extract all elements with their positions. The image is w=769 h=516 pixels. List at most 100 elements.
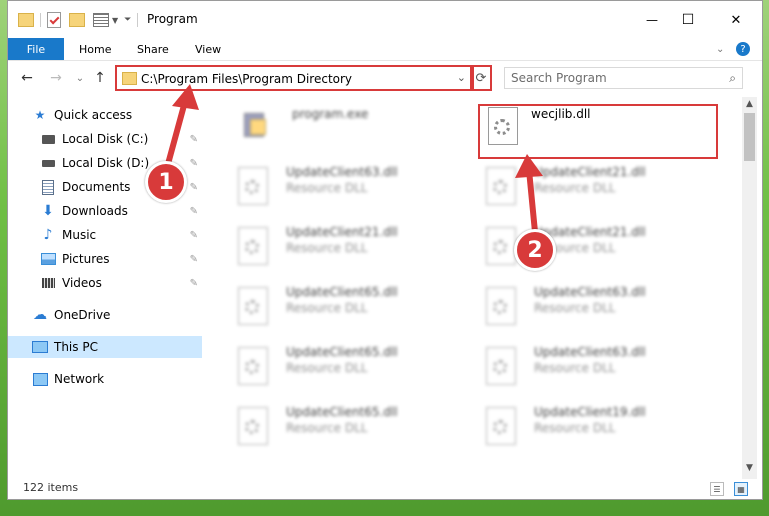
sidebar-item-network[interactable]: Network xyxy=(8,368,202,390)
search-box[interactable]: Search Program ⌕ xyxy=(504,67,743,89)
pin-icon: ✎ xyxy=(189,277,198,289)
folder-icon[interactable] xyxy=(18,13,34,27)
file-item[interactable]: UpdateClient65.dll Resource DLL xyxy=(238,343,468,391)
vertical-scrollbar[interactable]: ▲ ▼ xyxy=(742,97,757,479)
file-type: Resource DLL xyxy=(534,361,616,375)
sidebar-item-onedrive[interactable]: ☁ OneDrive xyxy=(8,304,202,326)
properties-icon[interactable] xyxy=(47,12,61,28)
forward-button[interactable]: → xyxy=(46,68,66,88)
explorer-window: ▼ ⏷ Program — ☐ ✕ File Home Share View ⌄… xyxy=(7,0,763,500)
help-button[interactable]: ? xyxy=(736,38,750,60)
file-item[interactable]: UpdateClient63.dll Resource DLL xyxy=(238,163,468,211)
dll-icon xyxy=(238,227,268,265)
drive-icon xyxy=(40,155,56,171)
pin-icon: ✎ xyxy=(189,253,198,265)
sidebar-item-quick-access[interactable]: ★ Quick access xyxy=(8,104,202,126)
file-type: Resource DLL xyxy=(286,361,368,375)
minimize-button[interactable]: — xyxy=(632,6,672,34)
address-path[interactable]: C:\Program Files\Program Directory xyxy=(141,72,352,86)
network-icon xyxy=(32,371,48,387)
quick-access-toolbar: ▼ ⏷ xyxy=(18,11,144,29)
file-name: UpdateClient65.dll xyxy=(286,285,398,299)
sidebar-item-label: Local Disk (D:) xyxy=(62,156,150,170)
file-item[interactable]: UpdateClient63.dll Resource DLL xyxy=(486,343,716,391)
tab-share[interactable]: Share xyxy=(137,38,169,60)
refresh-button[interactable]: ⟳ xyxy=(470,65,492,91)
document-icon xyxy=(40,179,56,195)
file-type: Resource DLL xyxy=(534,421,616,435)
videos-icon xyxy=(40,275,56,291)
dll-icon xyxy=(486,407,516,445)
cloud-icon: ☁ xyxy=(33,307,47,323)
music-icon: ♪ xyxy=(43,227,53,243)
details-view-icon[interactable]: ☰ xyxy=(710,482,724,496)
sidebar-item-label: This PC xyxy=(54,340,98,354)
file-item[interactable]: UpdateClient65.dll Resource DLL xyxy=(238,283,468,331)
file-name: UpdateClient65.dll xyxy=(286,345,398,359)
scroll-up-icon[interactable]: ▲ xyxy=(742,97,757,111)
file-item[interactable]: UpdateClient21.dll Resource DLL xyxy=(486,163,716,211)
scroll-down-icon[interactable]: ▼ xyxy=(742,461,757,475)
scrollbar-thumb[interactable] xyxy=(744,113,755,161)
up-button[interactable]: ↑ xyxy=(90,68,110,88)
back-button[interactable]: ← xyxy=(17,68,37,88)
file-item[interactable]: UpdateClient21.dll Resource DLL xyxy=(238,223,468,271)
tab-view[interactable]: View xyxy=(195,38,221,60)
sidebar-item-label: Quick access xyxy=(54,108,133,122)
chevron-down-icon[interactable]: ▼ xyxy=(112,16,118,25)
sidebar-item-this-pc[interactable]: This PC xyxy=(8,336,202,358)
sidebar-item-label: Music xyxy=(62,228,97,242)
sidebar-item-pictures[interactable]: Pictures ✎ xyxy=(8,248,202,270)
navigation-bar: ← → ⌄ ↑ C:\Program Files\Program Directo… xyxy=(8,61,762,95)
customize-qa-icon[interactable]: ⏷ xyxy=(124,15,131,25)
item-count: 122 items xyxy=(23,481,79,494)
sidebar-item-music[interactable]: ♪ Music ✎ xyxy=(8,224,202,246)
sidebar-item-local-disk-c[interactable]: Local Disk (C:) ✎ xyxy=(8,128,202,150)
file-name: program.exe xyxy=(292,107,369,121)
sidebar-item-label: OneDrive xyxy=(54,308,111,322)
maximize-button[interactable]: ☐ xyxy=(668,6,708,34)
back-arrow-icon: ← xyxy=(21,70,33,86)
close-button[interactable]: ✕ xyxy=(716,6,756,34)
file-item[interactable]: UpdateClient65.dll Resource DLL xyxy=(238,403,468,451)
title-bar: ▼ ⏷ Program — ☐ ✕ xyxy=(8,1,762,38)
star-icon: ★ xyxy=(34,108,46,122)
recent-locations-button[interactable]: ⌄ xyxy=(70,68,90,88)
pin-icon: ✎ xyxy=(189,157,198,169)
dll-icon xyxy=(486,347,516,385)
pin-icon: ✎ xyxy=(189,181,198,193)
tab-home[interactable]: Home xyxy=(79,38,111,60)
minimize-icon: — xyxy=(646,13,658,27)
sidebar-item-downloads[interactable]: ⬇ Downloads ✎ xyxy=(8,200,202,222)
computer-icon xyxy=(32,339,48,355)
target-file-highlight xyxy=(478,104,718,159)
chevron-down-icon[interactable]: ⌄ xyxy=(457,71,466,84)
dll-icon xyxy=(238,347,268,385)
pictures-icon xyxy=(40,251,56,267)
close-icon: ✕ xyxy=(730,12,742,28)
new-folder-icon[interactable] xyxy=(69,13,85,27)
file-name: UpdateClient63.dll xyxy=(534,345,646,359)
file-item[interactable]: UpdateClient19.dll Resource DLL xyxy=(486,403,716,451)
sidebar-item-label: Downloads xyxy=(62,204,128,218)
sidebar-item-label: Local Disk (C:) xyxy=(62,132,149,146)
large-icons-view-icon[interactable]: ▦ xyxy=(734,482,748,496)
up-arrow-icon: ↑ xyxy=(94,70,106,86)
dll-icon xyxy=(238,287,268,325)
search-input[interactable]: Search Program xyxy=(511,71,607,85)
file-item[interactable]: UpdateClient63.dll Resource DLL xyxy=(486,283,716,331)
expand-ribbon-icon[interactable]: ⌄ xyxy=(716,38,724,60)
sidebar-item-label: Videos xyxy=(62,276,102,290)
file-name: UpdateClient21.dll xyxy=(286,225,398,239)
sidebar-item-videos[interactable]: Videos ✎ xyxy=(8,272,202,294)
sidebar-item-label: Documents xyxy=(62,180,131,194)
ribbon-tabs: File Home Share View ⌄ ? xyxy=(8,38,762,61)
view-menu-icon[interactable] xyxy=(93,13,109,27)
chevron-down-icon: ⌄ xyxy=(75,72,85,84)
pin-icon: ✎ xyxy=(189,205,198,217)
file-item-program-exe[interactable]: program.exe xyxy=(240,103,470,151)
pin-icon: ✎ xyxy=(189,229,198,241)
navigation-pane: ★ Quick access Local Disk (C:) ✎ Local D… xyxy=(8,97,202,467)
tab-file[interactable]: File xyxy=(8,38,64,60)
address-bar[interactable]: C:\Program Files\Program Directory ⌄ xyxy=(115,65,474,91)
